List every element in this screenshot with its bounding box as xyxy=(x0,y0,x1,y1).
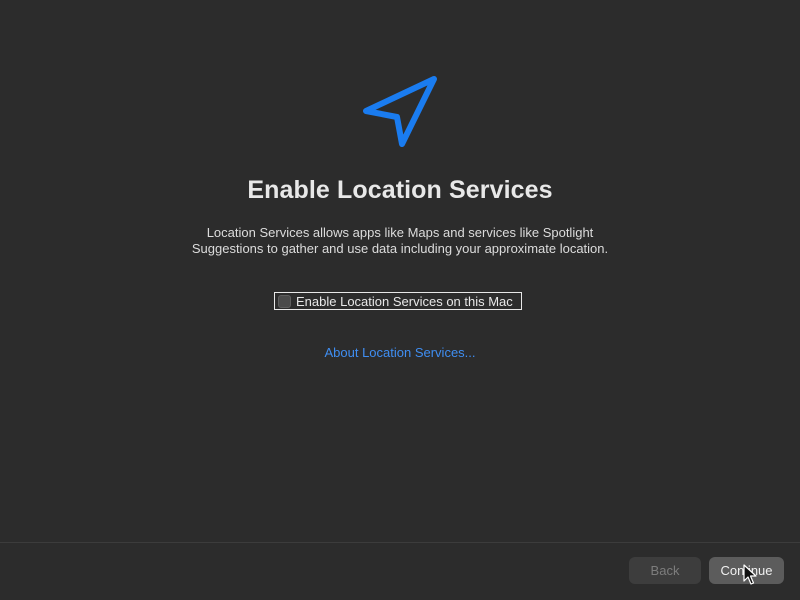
description-text: Location Services allows apps like Maps … xyxy=(150,225,650,257)
description-line-2: Suggestions to gather and use data inclu… xyxy=(191,241,609,256)
enable-location-checkbox[interactable] xyxy=(278,294,291,308)
enable-location-checkbox-label[interactable]: Enable Location Services on this Mac xyxy=(296,294,513,309)
location-arrow-icon xyxy=(363,76,437,147)
footer-divider xyxy=(0,542,800,543)
mouse-cursor-icon xyxy=(743,564,757,585)
setup-window: Enable Location Services Location Servic… xyxy=(0,0,800,600)
page-title: Enable Location Services xyxy=(247,176,553,204)
enable-location-checkbox-row[interactable]: Enable Location Services on this Mac xyxy=(274,292,522,310)
about-location-services-link[interactable]: About Location Services... xyxy=(0,345,800,360)
description-line-1: Location Services allows apps like Maps … xyxy=(206,225,594,240)
back-button[interactable]: Back xyxy=(629,557,701,584)
